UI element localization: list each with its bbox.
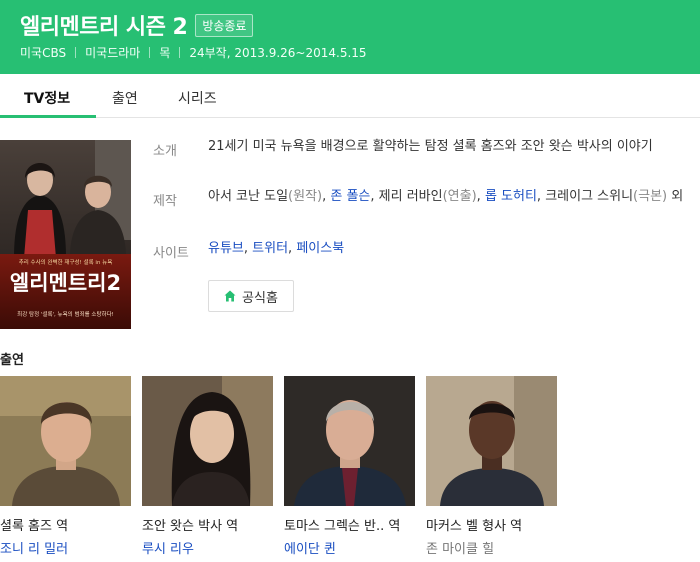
- cast-photo-art: [284, 376, 415, 506]
- credit-rob-doherty-link[interactable]: 롭 도허티: [485, 189, 537, 204]
- cast-photo-art: [426, 376, 557, 506]
- active-tab-indicator: [0, 115, 96, 118]
- cast-photo-art: [0, 376, 131, 506]
- tab-cast[interactable]: 출연: [112, 88, 138, 108]
- poster-logo: 엘리멘트리2: [10, 271, 121, 295]
- site-facebook-link[interactable]: 페이스북: [296, 241, 344, 256]
- cast-actor-link[interactable]: 조니 리 밀러: [0, 538, 131, 557]
- cast-photo[interactable]: [142, 376, 273, 506]
- credit-director: 제리 러바인: [378, 189, 443, 204]
- credit-writer: 크레이그 스위니: [545, 189, 634, 204]
- poster-artwork: 추리 수사의 완벽한 재구성! 셜록 in 뉴욕 엘리멘트리2 최강 탐정 '셜…: [0, 140, 131, 329]
- credit-author-role: (원작): [288, 189, 323, 204]
- cast-actor-name: 존 마이클 힐: [426, 542, 495, 557]
- intro-text: 21세기 미국 뉴욕을 배경으로 활약하는 탐정 셜록 홈즈와 조안 왓슨 박사…: [208, 139, 653, 154]
- home-icon: [224, 290, 236, 302]
- cast-photo[interactable]: [284, 376, 415, 506]
- tab-series[interactable]: 시리즈: [178, 88, 217, 108]
- tab-tv-info[interactable]: TV정보: [24, 88, 70, 108]
- official-home-button[interactable]: 공식홈: [208, 280, 294, 312]
- meta-divider: [149, 47, 151, 58]
- cast-card[interactable]: 토마스 그렉슨 반.. 역 에이단 퀸: [284, 376, 415, 557]
- cast-actor-link[interactable]: 에이단 퀸: [284, 538, 415, 557]
- credit-author: 아서 코난 도일: [208, 189, 289, 204]
- cast-role: 마커스 벨 형사 역: [426, 519, 523, 534]
- cast-card[interactable]: 마커스 벨 형사 역 존 마이클 힐: [426, 376, 557, 557]
- meta-divider: [75, 47, 77, 58]
- cast-photo-art: [142, 376, 273, 506]
- cast-card[interactable]: 조안 왓슨 박사 역 루시 리우: [142, 376, 273, 557]
- program-header: 엘리멘트리 시즌 2 방송종료 미국CBS 미국드라마 목 24부작, 2013…: [0, 0, 700, 74]
- cast-role: 셜록 홈즈 역: [0, 519, 69, 534]
- meta-airday: 목: [159, 46, 171, 60]
- meta-episodes-period: 24부작, 2013.9.26~2014.5.15: [189, 46, 367, 60]
- intro-label: 소개: [153, 144, 177, 159]
- site-links: 유튜브, 트위터, 페이스북: [208, 241, 345, 256]
- tab-bar: TV정보 출연 시리즈: [0, 74, 700, 118]
- credit-suffix: 외: [671, 189, 684, 204]
- meta-genre: 미국드라마: [85, 46, 141, 60]
- meta-channel: 미국CBS: [20, 46, 67, 60]
- site-twitter-link[interactable]: 트위터: [252, 241, 288, 256]
- cast-section-title: 출연: [0, 353, 24, 368]
- cast-actor-link[interactable]: 루시 리우: [142, 538, 273, 557]
- program-meta: 미국CBS 미국드라마 목 24부작, 2013.9.26~2014.5.15: [20, 44, 367, 61]
- credit-john-polson-link[interactable]: 존 폴슨: [330, 189, 370, 204]
- site-youtube-link[interactable]: 유튜브: [208, 241, 244, 256]
- cast-photo[interactable]: [0, 376, 131, 506]
- program-title[interactable]: 엘리멘트리 시즌 2: [20, 9, 188, 41]
- poster-image[interactable]: 추리 수사의 완벽한 재구성! 셜록 in 뉴욕 엘리멘트리2 최강 탐정 '셜…: [0, 140, 131, 329]
- meta-divider: [179, 47, 181, 58]
- cast-role: 조안 왓슨 박사 역: [142, 519, 239, 534]
- cast-card[interactable]: 셜록 홈즈 역 조니 리 밀러: [0, 376, 131, 557]
- poster-bottom-text: 최강 탐정 '셜록', 뉴욕의 범죄를 소탕하다!: [17, 310, 114, 318]
- production-label: 제작: [153, 194, 177, 209]
- production-credits: 아서 코난 도일(원작), 존 폴슨, 제리 러바인(연출), 롭 도허티, 크…: [208, 189, 684, 204]
- status-badge: 방송종료: [195, 13, 254, 37]
- poster-tagline: 추리 수사의 완벽한 재구성! 셜록 in 뉴욕: [19, 258, 113, 266]
- credit-writer-role: (극본): [633, 189, 668, 204]
- site-label: 사이트: [153, 246, 189, 261]
- official-home-label: 공식홈: [242, 290, 278, 306]
- cast-photo[interactable]: [426, 376, 557, 506]
- title-row: 엘리멘트리 시즌 2 방송종료: [20, 9, 254, 41]
- cast-role: 토마스 그렉슨 반.. 역: [284, 519, 401, 534]
- credit-director-role: (연출): [442, 189, 477, 204]
